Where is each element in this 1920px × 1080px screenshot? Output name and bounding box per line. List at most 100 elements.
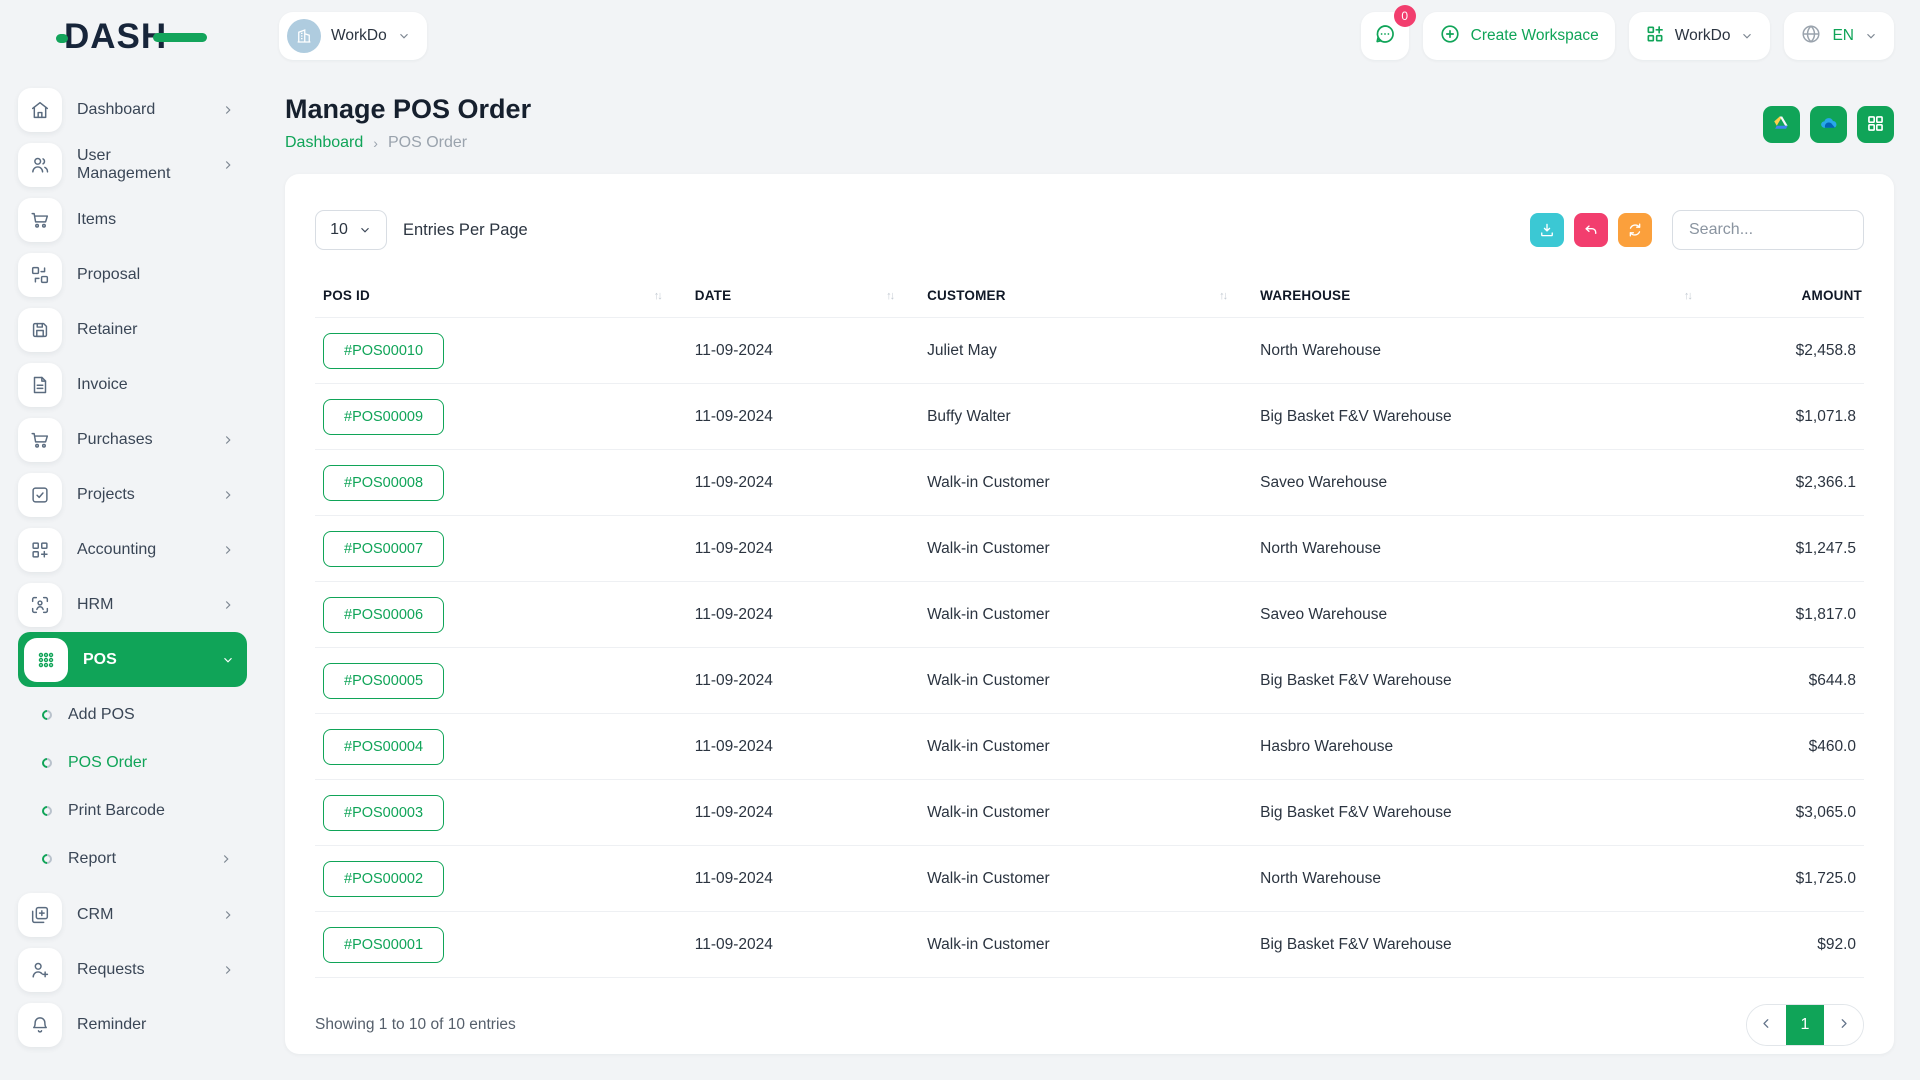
pos-id-badge[interactable]: #POS00003 — [323, 795, 444, 831]
bullet-icon — [40, 756, 54, 770]
amount-cell: $1,817.0 — [1717, 582, 1864, 648]
table-toolbar — [1530, 210, 1864, 250]
language-selector[interactable]: EN — [1784, 12, 1894, 60]
sidebar-item-retainer[interactable]: Retainer — [18, 302, 247, 357]
pos-id-badge[interactable]: #POS00005 — [323, 663, 444, 699]
chevron-right-icon — [221, 598, 235, 612]
sidebar-item-pos[interactable]: POS — [18, 632, 247, 687]
sidebar-item-accounting[interactable]: Accounting — [18, 522, 247, 577]
table-row: #POS00004 11-09-2024 Walk-in Customer Ha… — [315, 714, 1864, 780]
sidebar-item-reminder[interactable]: Reminder — [18, 997, 247, 1052]
warehouse-cell: North Warehouse — [1252, 846, 1717, 912]
sidebar-item-requests[interactable]: Requests — [18, 942, 247, 997]
sort-icon[interactable]: ↑↓ — [654, 290, 661, 302]
sidebar-submenu: Add POS POS Order Print Barcode Report — [18, 687, 247, 887]
sort-icon[interactable]: ↑↓ — [1219, 290, 1226, 302]
logo-dot-icon — [56, 34, 68, 43]
sidebar-item-hrm[interactable]: HRM — [18, 577, 247, 632]
page-header-actions — [1763, 106, 1894, 143]
pos-id-badge[interactable]: #POS00006 — [323, 597, 444, 633]
onedrive-icon — [1818, 113, 1839, 137]
date-cell: 11-09-2024 — [687, 912, 919, 978]
pos-id-badge[interactable]: #POS00008 — [323, 465, 444, 501]
date-cell: 11-09-2024 — [687, 714, 919, 780]
sidebar-sub-item-pos-order[interactable]: POS Order — [18, 739, 247, 787]
pos-id-badge[interactable]: #POS00010 — [323, 333, 444, 369]
column-header-warehouse[interactable]: WAREHOUSE↑↓ — [1252, 276, 1717, 318]
table-row: #POS00005 11-09-2024 Walk-in Customer Bi… — [315, 648, 1864, 714]
customer-cell: Walk-in Customer — [919, 714, 1252, 780]
workspace-selector[interactable]: WorkDo — [279, 12, 427, 60]
download-button[interactable] — [1530, 213, 1564, 247]
sidebar-sub-item-report[interactable]: Report — [18, 835, 247, 883]
sidebar-item-items[interactable]: Items — [18, 192, 247, 247]
apps-grid-button[interactable] — [1857, 106, 1894, 143]
pos-id-badge[interactable]: #POS00002 — [323, 861, 444, 897]
warehouse-cell: Big Basket F&V Warehouse — [1252, 648, 1717, 714]
sidebar-item-purchases[interactable]: Purchases — [18, 412, 247, 467]
previous-page-button[interactable] — [1747, 1005, 1786, 1045]
sidebar-sub-item-print-barcode[interactable]: Print Barcode — [18, 787, 247, 835]
page-number-button[interactable]: 1 — [1786, 1005, 1824, 1045]
sidebar-item-proposal[interactable]: Proposal — [18, 247, 247, 302]
customer-cell: Walk-in Customer — [919, 450, 1252, 516]
app-logo[interactable]: DASH — [0, 19, 265, 54]
sidebar-item-crm[interactable]: CRM — [18, 887, 247, 942]
language-label: EN — [1832, 27, 1854, 45]
date-cell: 11-09-2024 — [687, 780, 919, 846]
sort-icon[interactable]: ↑↓ — [1684, 290, 1691, 302]
column-header-amount[interactable]: AMOUNT — [1717, 276, 1864, 318]
table-row: #POS00001 11-09-2024 Walk-in Customer Bi… — [315, 912, 1864, 978]
date-cell: 11-09-2024 — [687, 648, 919, 714]
undo-icon — [1582, 221, 1600, 239]
amount-cell: $92.0 — [1717, 912, 1864, 978]
next-page-button[interactable] — [1824, 1005, 1863, 1045]
google-drive-button[interactable] — [1763, 106, 1800, 143]
date-cell: 11-09-2024 — [687, 582, 919, 648]
column-header-date[interactable]: DATE↑↓ — [687, 276, 919, 318]
amount-cell: $1,071.8 — [1717, 384, 1864, 450]
breadcrumb-separator-icon: › — [373, 135, 378, 151]
sidebar-item-projects[interactable]: Projects — [18, 467, 247, 522]
cart-icon — [18, 198, 62, 242]
company-menu-label: WorkDo — [1675, 27, 1731, 45]
refresh-button[interactable] — [1618, 213, 1652, 247]
sidebar-item-dashboard[interactable]: Dashboard — [18, 82, 247, 137]
chevron-right-icon — [221, 963, 235, 977]
download-icon — [1538, 221, 1556, 239]
entries-per-page-select[interactable]: 10 — [315, 210, 387, 250]
sidebar-sub-item-add-pos[interactable]: Add POS — [18, 691, 247, 739]
column-header-pos-id[interactable]: POS ID↑↓ — [315, 276, 687, 318]
sort-icon[interactable]: ↑↓ — [886, 290, 893, 302]
logo-dash-icon — [153, 33, 207, 42]
search-input[interactable] — [1672, 210, 1864, 250]
amount-cell: $1,247.5 — [1717, 516, 1864, 582]
date-cell: 11-09-2024 — [687, 846, 919, 912]
amount-cell: $2,458.8 — [1717, 318, 1864, 384]
company-menu[interactable]: WorkDo — [1629, 12, 1771, 60]
cart-icon — [18, 418, 62, 462]
sidebar-item-invoice[interactable]: Invoice — [18, 357, 247, 412]
table-row: #POS00007 11-09-2024 Walk-in Customer No… — [315, 516, 1864, 582]
chevron-left-icon — [1759, 1016, 1774, 1034]
messages-badge: 0 — [1394, 5, 1416, 27]
grid-plus-icon — [1645, 24, 1665, 49]
pos-id-badge[interactable]: #POS00007 — [323, 531, 444, 567]
create-workspace-button[interactable]: Create Workspace — [1423, 12, 1615, 60]
pos-id-badge[interactable]: #POS00009 — [323, 399, 444, 435]
breadcrumb-dashboard-link[interactable]: Dashboard — [285, 134, 363, 152]
messages-button[interactable]: 0 — [1361, 12, 1409, 60]
onedrive-button[interactable] — [1810, 106, 1847, 143]
apps-grid-icon — [1865, 113, 1886, 137]
hrm-icon — [18, 583, 62, 627]
pos-id-badge[interactable]: #POS00001 — [323, 927, 444, 963]
chat-icon — [1373, 22, 1397, 51]
amount-cell: $460.0 — [1717, 714, 1864, 780]
undo-button[interactable] — [1574, 213, 1608, 247]
date-cell: 11-09-2024 — [687, 384, 919, 450]
warehouse-cell: North Warehouse — [1252, 318, 1717, 384]
globe-icon — [1800, 23, 1822, 50]
sidebar-item-user-management[interactable]: User Management — [18, 137, 247, 192]
pos-id-badge[interactable]: #POS00004 — [323, 729, 444, 765]
column-header-customer[interactable]: CUSTOMER↑↓ — [919, 276, 1252, 318]
